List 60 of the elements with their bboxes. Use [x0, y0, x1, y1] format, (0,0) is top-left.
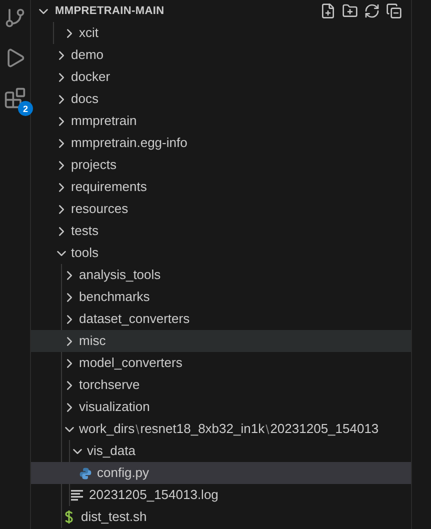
folder-item[interactable]: analysis_tools: [31, 264, 411, 286]
new-folder-icon[interactable]: [342, 3, 358, 19]
terminal-file-icon: [64, 510, 74, 524]
folder-item[interactable]: work_dirs\resnet18_8xb32_in1k\20231205_154013: [31, 418, 411, 440]
folder-name: demo: [71, 46, 104, 64]
folder-item[interactable]: benchmarks: [31, 286, 411, 308]
folder-name: visualization: [79, 398, 150, 416]
path-separator: \: [266, 422, 270, 436]
folder-name: tools: [71, 244, 98, 262]
folder-name: mmpretrain: [71, 112, 137, 130]
log-file-icon: [71, 490, 83, 500]
folder-name: analysis_tools: [79, 266, 161, 284]
file-item[interactable]: config.py: [31, 462, 411, 484]
folder-name: mmpretrain.egg-info: [71, 134, 188, 152]
source-control-icon: [4, 7, 26, 29]
folder-name: tests: [71, 222, 98, 240]
folder-item[interactable]: dataset_converters: [31, 308, 411, 330]
file-name: 20231205_154013.log: [89, 486, 218, 504]
notification-badge: 2: [18, 101, 33, 116]
folder-name: misc: [79, 332, 106, 350]
folder-item[interactable]: tools: [31, 242, 411, 264]
file-item[interactable]: dist_test.sh: [31, 506, 411, 528]
collapse-all-icon[interactable]: [386, 3, 402, 19]
folder-item[interactable]: misc: [31, 330, 411, 352]
folder-item[interactable]: docs: [31, 88, 411, 110]
folder-item[interactable]: xcit: [31, 22, 411, 44]
explorer-title: MMPRETRAIN-MAIN: [55, 5, 166, 17]
folder-name: docs: [71, 90, 98, 108]
folder-name: requirements: [71, 178, 147, 196]
file-item[interactable]: 20231205_154013.log: [31, 484, 411, 506]
folder-item[interactable]: demo: [31, 44, 411, 66]
folder-item[interactable]: projects: [31, 154, 411, 176]
folder-name: resources: [71, 200, 128, 218]
folder-name: model_converters: [79, 354, 182, 372]
folder-item[interactable]: docker: [31, 66, 411, 88]
python-file-icon: [78, 466, 92, 480]
folder-name: benchmarks: [79, 288, 150, 306]
folder-item[interactable]: model_converters: [31, 352, 411, 374]
folder-name: projects: [71, 156, 117, 174]
folder-item[interactable]: resources: [31, 198, 411, 220]
folder-item[interactable]: mmpretrain.egg-info: [31, 132, 411, 154]
folder-item[interactable]: requirements: [31, 176, 411, 198]
folder-name: work_dirs: [79, 420, 135, 438]
folder-name: torchserve: [79, 376, 140, 394]
folder-name: xcit: [79, 24, 98, 42]
folder-name: vis_data: [87, 442, 136, 460]
folder-item[interactable]: visualization: [31, 396, 411, 418]
folder-name: 20231205_154013: [270, 420, 379, 438]
refresh-icon[interactable]: [364, 3, 380, 19]
new-file-icon[interactable]: [320, 3, 336, 19]
path-separator: \: [136, 422, 140, 436]
folder-item[interactable]: tests: [31, 220, 411, 242]
folder-item[interactable]: mmpretrain: [31, 110, 411, 132]
folder-name: dataset_converters: [79, 310, 190, 328]
folder-item[interactable]: torchserve: [31, 374, 411, 396]
folder-item[interactable]: vis_data: [31, 440, 411, 462]
folder-name: resnet18_8xb32_in1k: [140, 420, 265, 438]
file-name: dist_test.sh: [81, 508, 147, 526]
folder-name: docker: [71, 68, 110, 86]
file-name: config.py: [97, 464, 150, 482]
